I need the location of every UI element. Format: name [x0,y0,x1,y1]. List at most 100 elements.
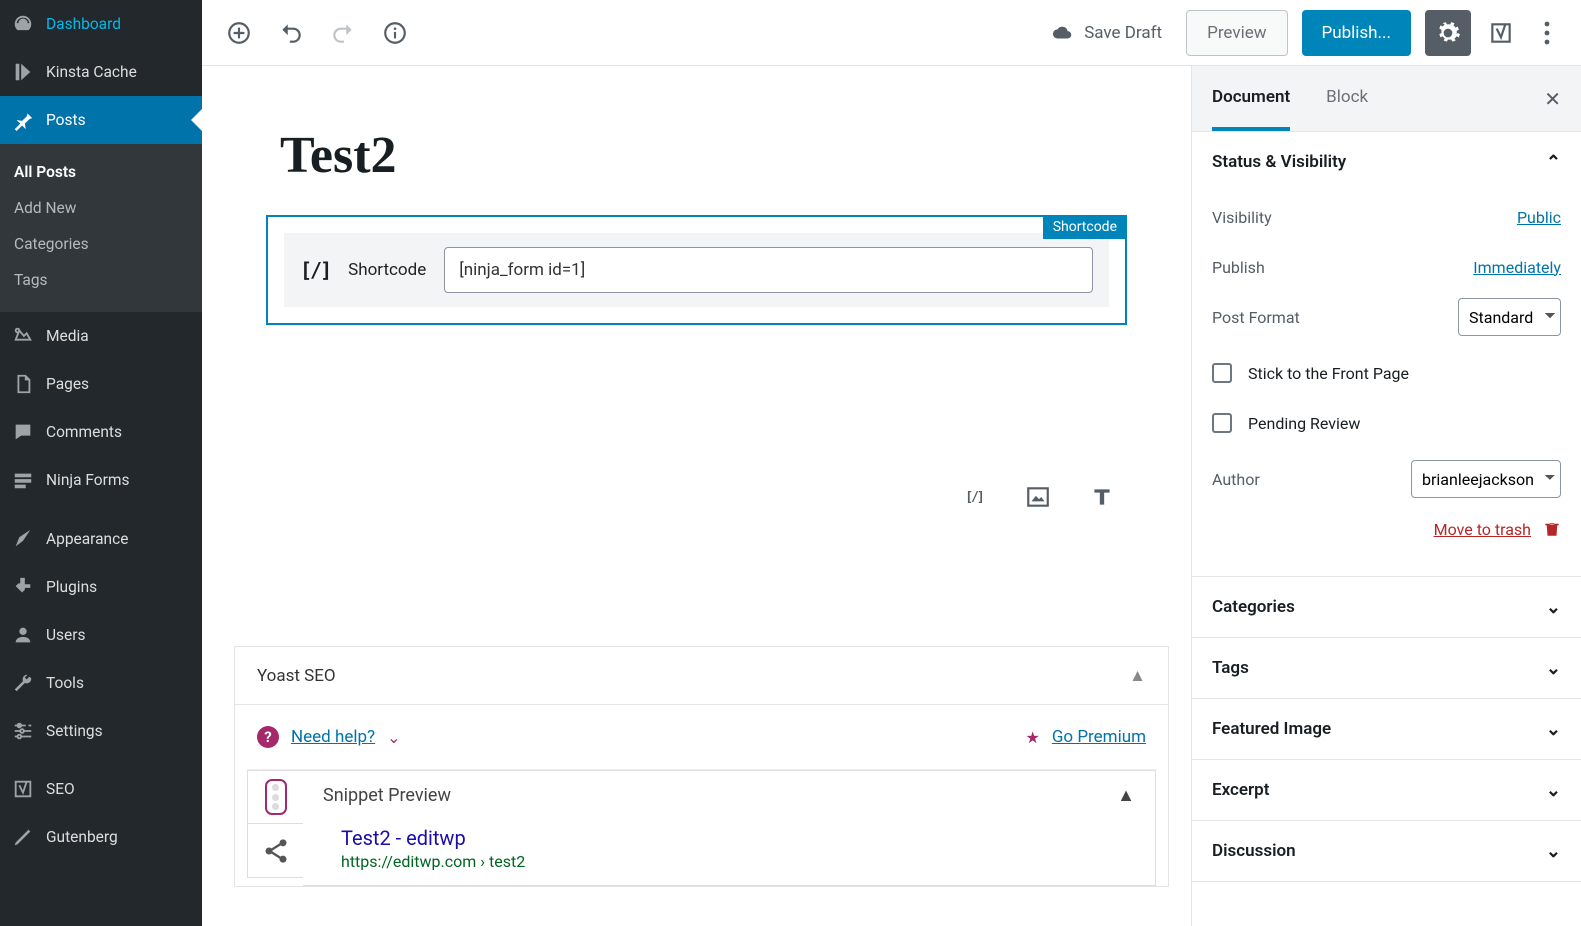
nav-appearance-label: Appearance [46,530,128,548]
need-help-link[interactable]: Need help? [291,727,375,747]
nav-plugins-label: Plugins [46,578,97,596]
nav-posts[interactable]: Posts [0,96,202,144]
settings-slider-icon [12,720,34,742]
pages-icon [12,373,34,395]
snippet-url: https://editwp.com › test2 [341,852,1135,871]
yoast-toggle-button[interactable] [1485,10,1517,56]
panel-featured-image-title: Featured Image [1212,719,1331,739]
yoast-snippet-area: Snippet Preview ▲ Test2 - editwp https:/… [247,769,1156,886]
panel-categories-header[interactable]: Categories ⌄ [1192,577,1581,637]
yoast-snippet-body: Snippet Preview ▲ Test2 - editwp https:/… [303,770,1156,886]
panel-status-title: Status & Visibility [1212,152,1346,172]
author-select[interactable]: brianleejackson [1411,460,1561,498]
subnav-all-posts[interactable]: All Posts [0,154,202,190]
redo-icon [330,20,356,46]
nav-plugins[interactable]: Plugins [0,563,202,611]
row-move-to-trash: Move to trash [1212,504,1561,554]
yoast-tab-social[interactable] [247,824,303,878]
post-title[interactable]: Test2 [280,126,1191,185]
row-author: Author brianleejackson [1212,454,1561,504]
subnav-add-new[interactable]: Add New [0,190,202,226]
pencil-icon [12,826,34,848]
post-format-select[interactable]: Standard [1458,298,1561,336]
publish-label: Publish [1212,258,1265,277]
yoast-mark-icon [1488,20,1514,46]
caret-up-icon: ▲ [1117,785,1135,806]
publish-button[interactable]: Publish... [1302,10,1412,56]
subnav-tags[interactable]: Tags [0,262,202,298]
info-button[interactable] [376,14,414,52]
panel-excerpt: Excerpt ⌄ [1192,760,1581,821]
nav-tools-label: Tools [46,674,84,692]
pending-checkbox[interactable] [1212,413,1232,433]
nav-comments[interactable]: Comments [0,408,202,456]
panel-tags: Tags ⌄ [1192,638,1581,699]
row-pending-review[interactable]: Pending Review [1212,398,1561,448]
yoast-tab-readability[interactable] [247,770,303,824]
chevron-down-icon: ⌄ [1546,780,1561,801]
panel-categories-title: Categories [1212,597,1295,617]
panel-discussion-title: Discussion [1212,841,1296,861]
text-icon [1089,484,1115,510]
nav-tools[interactable]: Tools [0,659,202,707]
redo-button[interactable] [324,14,362,52]
save-draft-label: Save Draft [1084,23,1162,43]
nav-settings[interactable]: Settings [0,707,202,755]
trash-icon[interactable] [1543,520,1561,538]
stick-checkbox[interactable] [1212,363,1232,383]
nav-seo[interactable]: SEO [0,765,202,813]
nav-users[interactable]: Users [0,611,202,659]
undo-icon [278,20,304,46]
undo-button[interactable] [272,14,310,52]
nav-users-label: Users [46,626,86,644]
pin-icon [12,109,34,131]
media-icon [12,325,34,347]
suggest-text[interactable] [1087,482,1117,512]
nav-ninja-forms[interactable]: Ninja Forms [0,456,202,504]
editor-canvas: Test2 Shortcode [/] Shortcode [/] Yoast … [202,66,1191,926]
yoast-panel-header[interactable]: Yoast SEO ▲ [235,647,1168,705]
panel-excerpt-header[interactable]: Excerpt ⌄ [1192,760,1581,820]
shortcode-input[interactable] [444,247,1093,293]
plus-circle-icon [226,20,252,46]
move-to-trash-link[interactable]: Move to trash [1434,520,1531,539]
nav-ninja-label: Ninja Forms [46,471,129,489]
nav-appearance[interactable]: Appearance [0,515,202,563]
row-stick-front[interactable]: Stick to the Front Page [1212,348,1561,398]
nav-media[interactable]: Media [0,312,202,360]
nav-gutenberg-label: Gutenberg [46,828,118,846]
nav-settings-label: Settings [46,722,103,740]
tab-document[interactable]: Document [1212,66,1290,131]
dashboard-icon [12,13,34,35]
settings-toggle-button[interactable] [1425,10,1471,56]
nav-dashboard[interactable]: Dashboard [0,0,202,48]
nav-gutenberg[interactable]: Gutenberg [0,813,202,861]
chevron-down-icon[interactable]: ⌄ [387,728,400,747]
subnav-categories[interactable]: Categories [0,226,202,262]
yoast-toolbar: ? Need help? ⌄ ★ Go Premium [235,705,1168,769]
panel-discussion-header[interactable]: Discussion ⌄ [1192,821,1581,881]
preview-button[interactable]: Preview [1186,10,1287,56]
close-inspector-button[interactable]: ✕ [1544,66,1561,131]
kebab-icon [1544,20,1550,46]
snippet-preview-header[interactable]: Snippet Preview ▲ [323,785,1135,806]
nav-pages[interactable]: Pages [0,360,202,408]
panel-tags-title: Tags [1212,658,1249,678]
panel-tags-header[interactable]: Tags ⌄ [1192,638,1581,698]
kinsta-icon [12,61,34,83]
panel-status-header[interactable]: Status & Visibility ⌃ [1192,132,1581,192]
panel-featured-image-header[interactable]: Featured Image ⌄ [1192,699,1581,759]
tab-block[interactable]: Block [1326,66,1368,131]
nav-kinsta-cache[interactable]: Kinsta Cache [0,48,202,96]
suggest-shortcode[interactable]: [/] [959,482,989,512]
visibility-value[interactable]: Public [1517,208,1561,227]
more-menu-button[interactable] [1531,10,1563,56]
suggest-image[interactable] [1023,482,1053,512]
save-draft-button[interactable]: Save Draft [1052,22,1162,44]
publish-value[interactable]: Immediately [1473,258,1561,277]
pending-label: Pending Review [1248,414,1360,433]
chevron-down-icon: ⌄ [1546,658,1561,679]
add-block-button[interactable] [220,14,258,52]
shortcode-block[interactable]: Shortcode [/] Shortcode [266,215,1127,325]
go-premium-link[interactable]: Go Premium [1052,727,1146,747]
